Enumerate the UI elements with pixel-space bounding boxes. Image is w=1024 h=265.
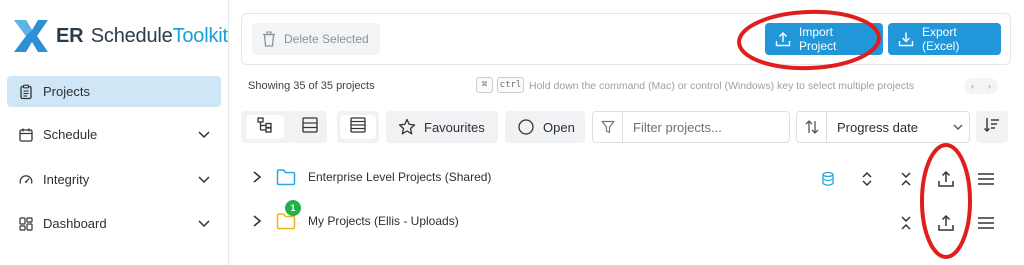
gauge-icon bbox=[17, 171, 35, 189]
hint-scroll-arrows[interactable]: ‹ › bbox=[964, 78, 998, 94]
export-excel-label: Export (Excel) bbox=[922, 25, 960, 53]
star-icon bbox=[398, 118, 416, 136]
radio-circle-icon bbox=[517, 118, 535, 136]
sort-descending-icon bbox=[983, 116, 1001, 139]
folder-row[interactable]: Enterprise Level Projects (Shared) bbox=[241, 156, 1011, 200]
sort-selected-value: Progress date bbox=[837, 119, 918, 135]
delete-selected-label: Delete Selected bbox=[284, 32, 369, 46]
compact-list-icon bbox=[349, 116, 367, 139]
folder-name: My Projects (Ellis - Uploads) bbox=[308, 214, 459, 228]
sidebar-item-label: Dashboard bbox=[43, 216, 107, 231]
open-label: Open bbox=[543, 119, 575, 135]
menu-icon[interactable] bbox=[975, 212, 997, 234]
sidebar-item-dashboard[interactable]: Dashboard bbox=[7, 208, 221, 239]
calendar-icon bbox=[17, 126, 35, 144]
xer-logo-icon bbox=[14, 20, 48, 52]
database-icon bbox=[817, 168, 839, 190]
clipboard-icon bbox=[17, 83, 35, 101]
ctrl-key-badge: ctrl bbox=[497, 77, 524, 93]
chevron-down-icon[interactable] bbox=[197, 216, 211, 233]
filter-projects-input[interactable] bbox=[623, 119, 783, 135]
upload-count-badge: 1 bbox=[285, 200, 301, 216]
collapse-all-icon[interactable] bbox=[895, 212, 917, 234]
delete-selected-button[interactable]: Delete Selected bbox=[252, 23, 380, 55]
sort-order-button[interactable] bbox=[976, 111, 1008, 143]
sidebar-item-projects[interactable]: Projects bbox=[7, 76, 221, 107]
sort-arrows-icon bbox=[797, 112, 827, 142]
chevron-down-icon[interactable] bbox=[197, 127, 211, 144]
download-icon bbox=[898, 31, 914, 47]
dashboard-icon bbox=[17, 215, 35, 233]
export-excel-button[interactable]: Export (Excel) bbox=[888, 23, 1001, 55]
sidebar-item-schedule[interactable]: Schedule bbox=[7, 119, 221, 150]
tree-view-button[interactable] bbox=[246, 115, 284, 139]
folder-icon bbox=[276, 168, 296, 191]
upload-icon bbox=[775, 31, 791, 47]
upload-icon[interactable] bbox=[935, 212, 957, 234]
open-filter-button[interactable]: Open bbox=[505, 111, 585, 143]
list-view-button[interactable] bbox=[293, 111, 327, 143]
folder-name: Enterprise Level Projects (Shared) bbox=[308, 170, 492, 184]
compact-view-button[interactable] bbox=[340, 115, 376, 139]
favourites-filter-button[interactable]: Favourites bbox=[386, 111, 498, 143]
sidebar: ER ScheduleToolkit Projects Schedule Int… bbox=[0, 0, 229, 265]
tree-view-icon bbox=[256, 116, 274, 139]
sort-select[interactable]: Progress date bbox=[796, 111, 970, 143]
chevron-right-icon[interactable] bbox=[251, 170, 263, 189]
sidebar-item-integrity[interactable]: Integrity bbox=[7, 164, 221, 195]
app-name: ER ScheduleToolkit bbox=[56, 24, 228, 47]
action-toolbar: Delete Selected Import Project Export (E… bbox=[241, 13, 1011, 65]
filter-funnel-icon[interactable] bbox=[593, 112, 623, 142]
sidebar-item-label: Projects bbox=[43, 84, 90, 99]
trash-icon bbox=[262, 31, 276, 47]
command-key-badge: ⌘ bbox=[476, 77, 493, 93]
chevron-right-icon[interactable] bbox=[251, 214, 263, 233]
sidebar-item-label: Integrity bbox=[43, 172, 90, 187]
folder-row[interactable]: 1 My Projects (Ellis - Uploads) bbox=[241, 200, 1011, 244]
import-project-label: Import Project bbox=[799, 25, 837, 53]
multi-select-hint: Hold down the command (Mac) or control (… bbox=[529, 80, 915, 92]
app-logo[interactable]: ER ScheduleToolkit bbox=[12, 14, 228, 58]
expand-all-icon[interactable] bbox=[856, 168, 878, 190]
chevron-down-icon bbox=[947, 121, 969, 133]
chevron-down-icon[interactable] bbox=[197, 172, 211, 189]
upload-icon[interactable] bbox=[935, 168, 957, 190]
favourites-label: Favourites bbox=[424, 119, 485, 135]
collapse-all-icon[interactable] bbox=[895, 168, 917, 190]
filter-projects-field bbox=[592, 111, 790, 143]
project-count-text: Showing 35 of 35 projects bbox=[248, 80, 375, 92]
import-project-button[interactable]: Import Project bbox=[765, 23, 883, 55]
chevron-left-icon[interactable]: ‹ bbox=[971, 81, 974, 91]
menu-icon[interactable] bbox=[975, 168, 997, 190]
list-view-icon bbox=[301, 116, 319, 139]
sidebar-item-label: Schedule bbox=[43, 127, 98, 142]
chevron-right-icon[interactable]: › bbox=[988, 81, 991, 91]
